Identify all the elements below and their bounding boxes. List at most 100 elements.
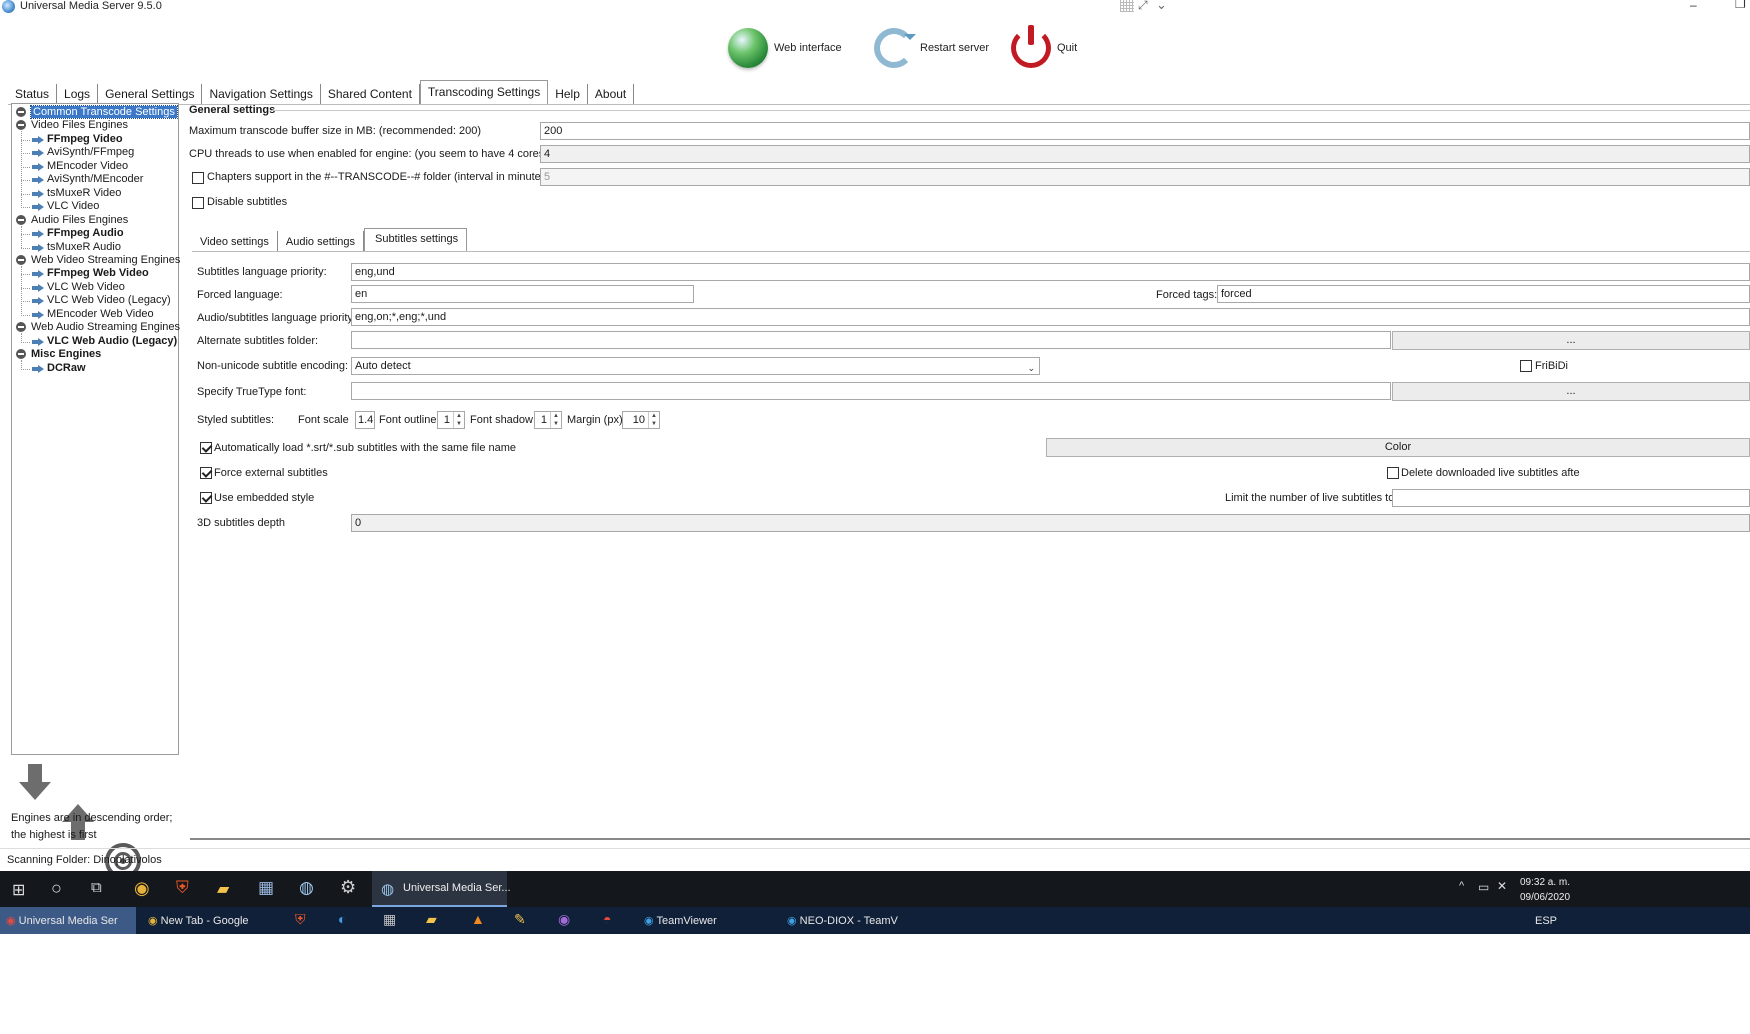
pencil-icon[interactable]: ✎ xyxy=(514,911,526,928)
disable-subtitles-checkbox[interactable] xyxy=(192,197,204,209)
remote-taskbar-app-neo-diox[interactable]: ◉ NEO-DIOX - TeamV xyxy=(787,914,898,927)
tree-item[interactable]: AviSynth/MEncoder xyxy=(12,173,143,186)
tree-group[interactable]: Misc Engines xyxy=(12,348,101,361)
chevron-up-icon[interactable]: ^ xyxy=(1459,880,1464,892)
tree-item[interactable]: FFmpeg Video xyxy=(12,133,123,146)
tree-item[interactable]: VLC Web Video xyxy=(12,281,125,294)
font-shadow-spinner[interactable]: 1 ▲ ▼ xyxy=(534,411,562,429)
brave-icon[interactable]: ⛨ xyxy=(176,878,189,898)
chapters-interval-input[interactable]: 5 xyxy=(540,168,1750,186)
tree-item[interactable]: VLC Web Audio (Legacy) xyxy=(12,335,177,348)
clock[interactable]: 09:32 a. m. 09/06/2020 xyxy=(1520,875,1570,905)
ums-icon[interactable]: ◍ xyxy=(299,878,314,898)
delete-live-subtitles-checkbox[interactable] xyxy=(1387,467,1399,479)
collapse-toggle-icon[interactable] xyxy=(16,107,26,117)
minimize-button[interactable]: – xyxy=(1690,0,1697,12)
spinner-arrows-icon[interactable]: ▲ ▼ xyxy=(453,412,464,428)
tab-about[interactable]: About xyxy=(588,84,635,104)
tree-item[interactable]: DCRaw xyxy=(12,362,86,375)
expand-icon[interactable]: ⤢ xyxy=(1138,0,1148,13)
font-outline-spinner[interactable]: 1 ▲ ▼ xyxy=(437,411,465,429)
limit-live-subtitles-input[interactable] xyxy=(1392,489,1750,507)
store-icon[interactable]: ▦ xyxy=(258,878,274,898)
taskbar-active-app[interactable]: ◍ Universal Media Ser... xyxy=(372,871,511,907)
embedded-style-checkbox[interactable] xyxy=(200,492,212,504)
tree-item[interactable]: tsMuxeR Video xyxy=(12,187,121,200)
spinner-arrows-icon[interactable]: ▲ ▼ xyxy=(648,412,659,428)
tab-audio-settings[interactable]: Audio settings xyxy=(278,231,365,251)
remote-taskbar-lang[interactable]: ESP xyxy=(1535,915,1557,927)
tab-logs[interactable]: Logs xyxy=(57,84,99,104)
tab-general-settings[interactable]: General Settings xyxy=(98,84,203,104)
force-external-subtitles-checkbox[interactable] xyxy=(200,467,212,479)
alternate-subtitles-folder-input[interactable] xyxy=(351,331,1391,349)
app-icon[interactable]: ◉ xyxy=(558,911,570,928)
folder-icon[interactable]: ▰ xyxy=(217,879,229,899)
move-down-arrow-icon[interactable] xyxy=(18,762,52,802)
tree-group[interactable]: Web Audio Streaming Engines xyxy=(12,321,180,334)
margin-spinner[interactable]: 10 ▲ ▼ xyxy=(622,411,660,429)
tree-item[interactable]: VLC Web Video (Legacy) xyxy=(12,294,171,307)
tab-video-settings[interactable]: Video settings xyxy=(192,231,278,251)
tree-item[interactable]: FFmpeg Web Video xyxy=(12,267,149,280)
tree-group[interactable]: Web Video Streaming Engines xyxy=(12,254,180,267)
subtitles-language-priority-input[interactable]: eng,und xyxy=(351,263,1750,281)
edge-icon[interactable]: ◐ xyxy=(338,911,346,927)
font-scale-input[interactable]: 1.4 xyxy=(355,411,375,429)
buffer-size-input[interactable]: 200 xyxy=(540,122,1750,140)
truetype-font-input[interactable] xyxy=(351,382,1391,400)
folder-icon[interactable]: ▰ xyxy=(426,911,437,928)
network-icon[interactable]: ▭ xyxy=(1478,880,1489,894)
browse-folder-button[interactable]: ... xyxy=(1392,331,1750,350)
collapse-toggle-icon[interactable] xyxy=(16,322,26,333)
tree-item[interactable]: VLC Video xyxy=(12,200,99,213)
fribidi-checkbox[interactable] xyxy=(1520,360,1532,372)
browse-font-button[interactable]: ... xyxy=(1392,382,1750,401)
forced-language-input[interactable]: en xyxy=(351,285,694,303)
subtitles-depth-input[interactable]: 0 xyxy=(351,514,1750,532)
web-interface-button[interactable]: Web interface xyxy=(728,28,842,68)
tab-help[interactable]: Help xyxy=(548,84,588,104)
brave-icon[interactable]: ⛨ xyxy=(295,911,306,928)
app-icon[interactable]: ◓ xyxy=(603,911,611,927)
tree-item[interactable]: AviSynth/FFmpeg xyxy=(12,146,134,159)
tab-subtitles-settings[interactable]: Subtitles settings xyxy=(364,228,468,251)
search-icon[interactable]: ○ xyxy=(51,878,62,899)
store-icon[interactable]: ▦ xyxy=(383,911,396,928)
remote-taskbar-app-ums[interactable]: ◉ Universal Media Ser xyxy=(6,914,118,927)
spinner-arrows-icon[interactable]: ▲ ▼ xyxy=(550,412,561,428)
restore-button[interactable]: ❐ xyxy=(1735,0,1746,11)
autoload-subtitles-checkbox[interactable] xyxy=(200,442,212,454)
subtitle-encoding-select[interactable]: Auto detect ⌄ xyxy=(351,357,1040,375)
collapse-toggle-icon[interactable] xyxy=(16,254,26,265)
tab-transcoding-settings[interactable]: Transcoding Settings xyxy=(419,80,549,104)
volume-muted-icon[interactable]: ✕ xyxy=(1497,879,1507,893)
chevron-down-icon[interactable]: ⌄ xyxy=(1156,0,1167,13)
restart-server-button[interactable]: Restart server xyxy=(874,28,989,68)
vlc-icon[interactable]: ▲ xyxy=(471,911,485,927)
tree-group[interactable]: Common Transcode Settings xyxy=(12,105,178,119)
tree-item[interactable]: MEncoder Video xyxy=(12,160,128,173)
remote-taskbar-app-chrome[interactable]: ◉ New Tab - Google xyxy=(148,914,249,927)
chapters-checkbox[interactable] xyxy=(192,172,204,184)
tree-item[interactable]: tsMuxeR Audio xyxy=(12,241,121,254)
quit-button[interactable]: Quit xyxy=(1011,25,1077,68)
collapse-toggle-icon[interactable] xyxy=(16,120,26,131)
forced-tags-input[interactable]: forced xyxy=(1217,285,1750,303)
task-view-icon[interactable]: ⧉ xyxy=(91,879,102,896)
cpu-threads-input[interactable]: 4 xyxy=(540,145,1750,163)
collapse-toggle-icon[interactable] xyxy=(16,349,26,360)
gear-icon[interactable]: ⚙ xyxy=(340,877,356,898)
windows-start-icon[interactable]: ⊞ xyxy=(12,880,25,900)
engine-tree[interactable]: Common Transcode Settings Video Files Eng… xyxy=(11,103,180,755)
tree-item[interactable]: FFmpeg Audio xyxy=(12,227,124,240)
tree-group[interactable]: Audio Files Engines xyxy=(12,214,128,227)
remote-taskbar-app-teamviewer[interactable]: ◉ TeamViewer xyxy=(644,914,717,927)
tab-shared-content[interactable]: Shared Content xyxy=(321,84,420,104)
tree-group[interactable]: Video Files Engines xyxy=(12,119,128,132)
chrome-icon[interactable]: ◉ xyxy=(134,878,150,899)
audio-subtitles-priority-input[interactable]: eng,on;*,eng;*,und xyxy=(351,308,1750,326)
tab-status[interactable]: Status xyxy=(8,84,58,104)
collapse-toggle-icon[interactable] xyxy=(16,214,26,225)
grid-icon[interactable] xyxy=(1120,0,1134,12)
